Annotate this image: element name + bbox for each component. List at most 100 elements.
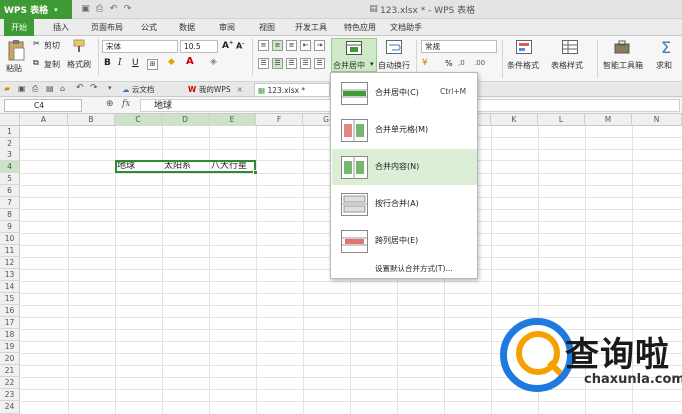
column-header[interactable]: M [585, 114, 632, 126]
italic-button[interactable]: I [118, 58, 122, 68]
tab-cloud-doc[interactable]: ☁ 云文档 [122, 83, 180, 96]
undo-icon[interactable]: ↶ [108, 4, 119, 15]
row-header[interactable]: 8 [0, 209, 20, 221]
open-folder-icon[interactable]: ▰ [4, 84, 10, 93]
row-header[interactable]: 18 [0, 329, 20, 341]
align-left-icon[interactable]: ☰ [258, 58, 269, 69]
align-bottom-icon[interactable]: ≡ [286, 40, 297, 51]
tab-view[interactable]: 视图 [254, 19, 280, 36]
distributed-icon[interactable]: ☰ [314, 58, 325, 69]
cut-button[interactable]: 剪切 [44, 40, 60, 51]
redo-icon[interactable]: ↷ [90, 83, 98, 93]
save-icon[interactable]: ▣ [18, 84, 26, 93]
column-header[interactable]: A [20, 114, 68, 126]
indent-increase-icon[interactable]: ⇥ [314, 40, 325, 51]
row-header[interactable]: 9 [0, 221, 20, 233]
menu-item-merge-cells[interactable]: 合并单元格(M) [332, 112, 477, 148]
row-header[interactable]: 19 [0, 341, 20, 353]
column-header[interactable]: E [209, 114, 256, 126]
column-header[interactable]: K [491, 114, 538, 126]
number-format-select[interactable]: 常规 [421, 40, 497, 53]
paste-button[interactable]: 粘贴 [6, 63, 22, 74]
row-header[interactable]: 12 [0, 257, 20, 269]
percent-button[interactable]: % [445, 59, 453, 68]
menu-item-merge-by-row[interactable]: 按行合并(A) [332, 186, 477, 222]
chevron-down-icon[interactable]: ▾ [108, 84, 112, 92]
print-icon[interactable]: ⎙ [32, 84, 38, 94]
row-header[interactable]: 16 [0, 305, 20, 317]
sum-button[interactable]: 求和 [656, 60, 672, 71]
decimal-increase-icon[interactable]: .00 [474, 59, 485, 67]
font-color-icon[interactable]: A [186, 56, 194, 67]
indent-decrease-icon[interactable]: ⇤ [300, 40, 311, 51]
row-header[interactable]: 22 [0, 377, 20, 389]
row-header[interactable]: 13 [0, 269, 20, 281]
align-top-icon[interactable]: ≡ [258, 40, 269, 51]
row-header[interactable]: 24 [0, 401, 20, 414]
wrap-text-icon[interactable] [386, 40, 402, 54]
name-box[interactable]: C4 [4, 99, 82, 112]
column-header[interactable]: F [256, 114, 303, 126]
row-header[interactable]: 7 [0, 197, 20, 209]
align-right-icon[interactable]: ☰ [286, 58, 297, 69]
decrease-font-icon[interactable]: A- [236, 41, 244, 51]
underline-button[interactable]: U [132, 58, 139, 68]
row-header[interactable]: 10 [0, 233, 20, 245]
tab-review[interactable]: 审阅 [214, 19, 240, 36]
tab-doc-assistant[interactable]: 文档助手 [384, 19, 428, 36]
merge-center-button[interactable]: 合并居中 ▾ [331, 38, 377, 72]
row-header[interactable]: 4 [0, 160, 20, 173]
tab-file[interactable]: ▦ 123.xlsx * [254, 83, 330, 96]
sum-icon[interactable]: Σ [661, 38, 671, 57]
set-default-merge-link[interactable]: 设置默认合并方式(T)... [375, 263, 453, 274]
conditional-format-icon[interactable] [516, 40, 532, 54]
column-header[interactable]: L [538, 114, 585, 126]
wrap-text-button[interactable]: 自动换行 [378, 60, 410, 71]
align-middle-icon[interactable]: ≡ [272, 40, 283, 51]
select-all-corner[interactable] [0, 114, 20, 126]
tab-formulas[interactable]: 公式 [136, 19, 162, 36]
column-header[interactable]: D [162, 114, 209, 126]
font-name-select[interactable]: 宋体 [102, 40, 178, 53]
paste-icon[interactable] [6, 40, 26, 62]
scissors-icon[interactable]: ✂ [33, 39, 40, 48]
function-icon[interactable]: fx [122, 99, 130, 109]
tab-home[interactable]: 开始 [4, 19, 34, 36]
fill-color-icon[interactable]: ◆ [168, 57, 175, 67]
row-header[interactable]: 23 [0, 389, 20, 401]
redo-icon[interactable]: ↷ [122, 4, 133, 15]
row-header[interactable]: 5 [0, 173, 20, 185]
zoom-icon[interactable]: ⊕ [106, 99, 114, 109]
row-header[interactable]: 21 [0, 365, 20, 377]
save-icon[interactable]: ▣ [80, 4, 91, 15]
justify-icon[interactable]: ☰ [300, 58, 311, 69]
increase-font-icon[interactable]: A+ [222, 40, 233, 51]
print-icon[interactable]: ⎙ [94, 4, 105, 15]
thousands-icon[interactable]: ,0 [458, 59, 465, 67]
row-header[interactable]: 6 [0, 185, 20, 197]
tab-my-wps[interactable]: W 我的WPS × [188, 83, 248, 96]
tab-features[interactable]: 特色应用 [338, 19, 382, 36]
tab-insert[interactable]: 插入 [46, 19, 76, 36]
preview-icon[interactable]: ▤ [46, 84, 54, 93]
conditional-format-button[interactable]: 条件格式 [507, 60, 539, 71]
row-header[interactable]: 11 [0, 245, 20, 257]
app-menu-button[interactable]: WPS 表格 ▾ [0, 0, 72, 19]
borders-icon[interactable]: ⊞ [147, 59, 158, 70]
row-header[interactable]: 1 [0, 126, 20, 138]
tab-data[interactable]: 数据 [174, 19, 200, 36]
column-header[interactable]: N [632, 114, 682, 126]
column-header[interactable]: B [68, 114, 115, 126]
format-painter-icon[interactable] [72, 39, 86, 53]
undo-icon[interactable]: ↶ [76, 83, 84, 93]
close-icon[interactable]: × [237, 85, 243, 94]
align-center-icon[interactable]: ☰ [272, 58, 283, 69]
row-header[interactable]: 17 [0, 317, 20, 329]
row-header[interactable]: 14 [0, 281, 20, 293]
copy-button[interactable]: 复制 [44, 59, 60, 70]
tab-page-layout[interactable]: 页面布局 [84, 19, 130, 36]
copy-icon[interactable]: ⧉ [33, 58, 39, 68]
menu-item-merge-content[interactable]: 合并内容(N) [332, 149, 477, 185]
format-painter-button[interactable]: 格式刷 [67, 59, 91, 70]
fill-handle[interactable] [253, 170, 258, 175]
